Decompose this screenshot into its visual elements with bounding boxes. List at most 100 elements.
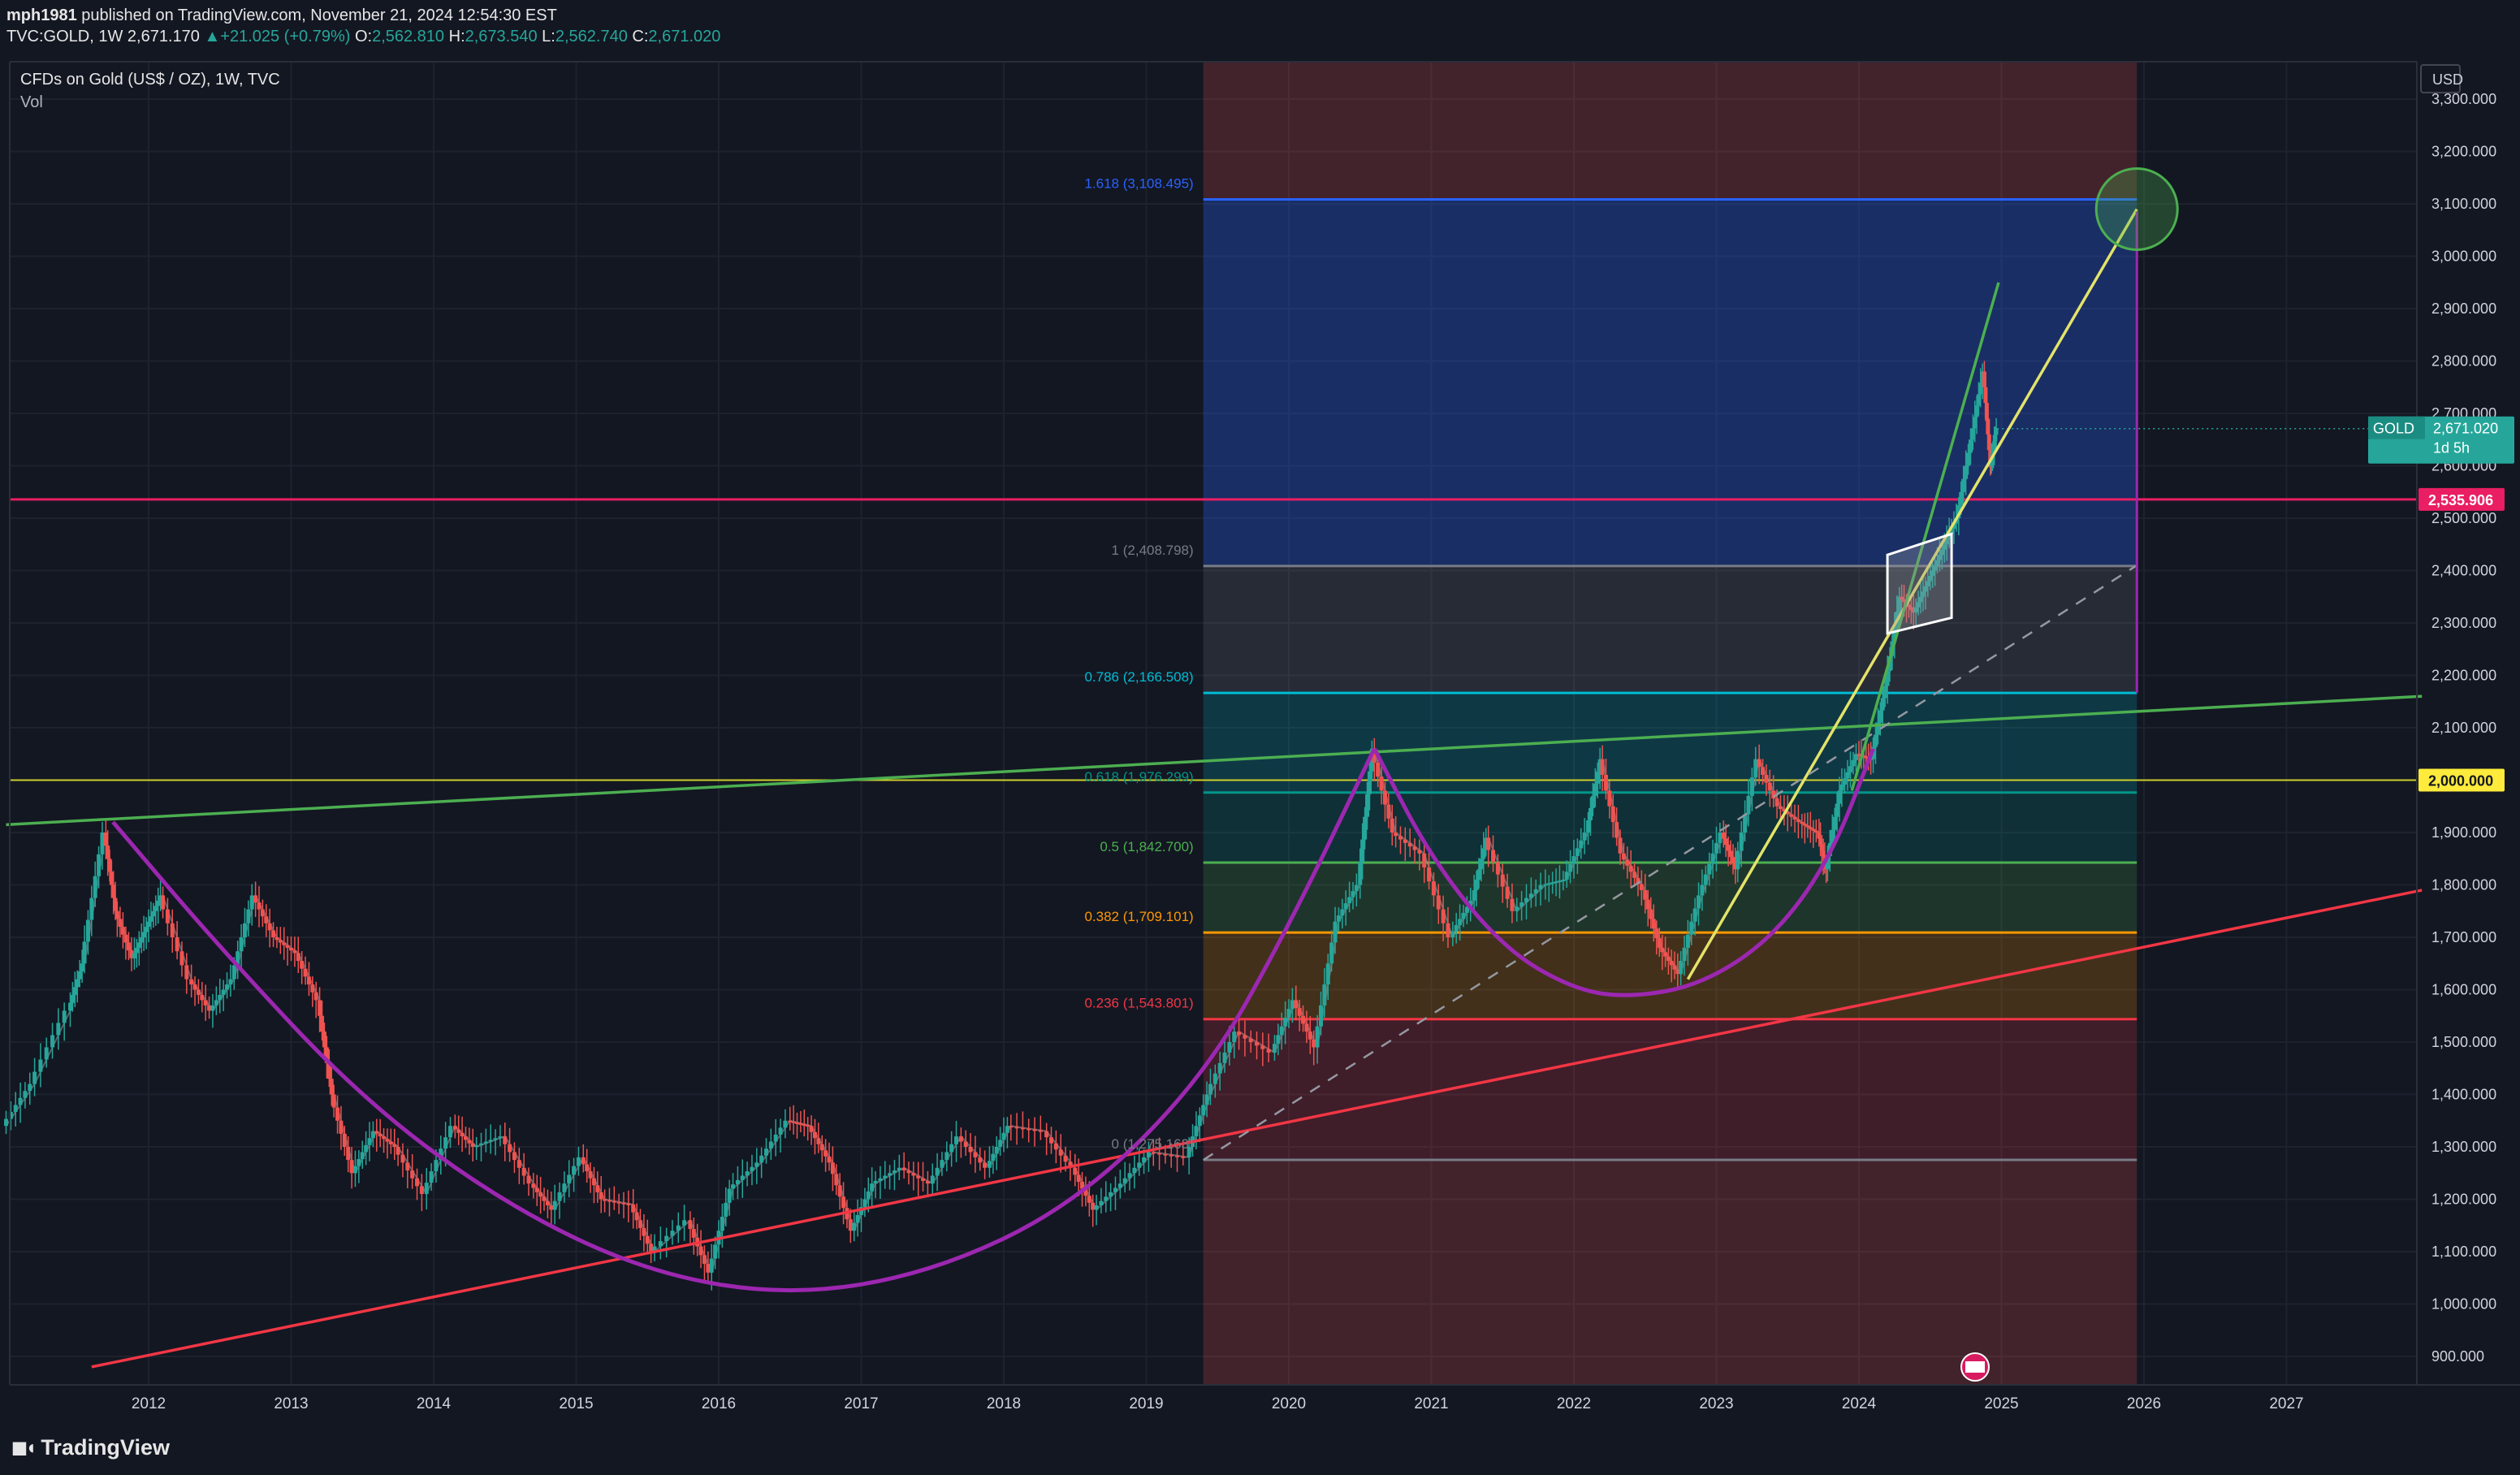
candle-body: [968, 1147, 973, 1153]
time-tick-label: 2018: [987, 1395, 1021, 1412]
candle-body: [740, 1175, 745, 1180]
candle-body: [1700, 885, 1705, 896]
candle-body: [1360, 839, 1365, 863]
candle-body: [713, 1244, 718, 1259]
candle-body: [1091, 1202, 1096, 1210]
candle-body: [1761, 767, 1766, 776]
candle-body: [621, 1202, 626, 1205]
candle-body: [1625, 859, 1630, 866]
candle-body: [170, 923, 175, 937]
candle-body: [349, 1160, 354, 1174]
candle-body: [973, 1152, 978, 1157]
fib-zone: [1203, 565, 2137, 694]
candle-body: [1227, 1042, 1232, 1053]
candle-body: [1813, 830, 1818, 833]
candle-body: [1778, 806, 1783, 809]
candle-body: [1390, 818, 1394, 833]
level-price: 2,000.000: [2428, 773, 2493, 789]
horizontal-line-price: 2,535.906: [2428, 492, 2493, 508]
candle-body: [1746, 795, 1751, 815]
candle-body: [1073, 1167, 1078, 1175]
candle-body: [795, 1122, 800, 1124]
price-tick-label: 2,200.000: [2431, 668, 2496, 684]
candle-body: [588, 1171, 593, 1179]
chart-area[interactable]: 1.618 (3,108.495) 1 (2,408.798) 0.786 (2,1…: [0, 57, 2520, 1471]
fibonacci-retracement[interactable]: [1203, 62, 2137, 1385]
candle-body: [13, 1105, 18, 1112]
candle-body: [1376, 763, 1381, 777]
candle-body: [456, 1129, 461, 1133]
candle-body: [1533, 889, 1538, 894]
candle-body: [702, 1255, 707, 1265]
candle-body: [809, 1126, 814, 1132]
candle-body: [1519, 902, 1524, 907]
candle-body: [645, 1235, 650, 1244]
candle-body: [735, 1179, 740, 1185]
fib-zone: [1203, 693, 2137, 793]
candle-body: [97, 854, 102, 876]
candle-body: [1994, 428, 1999, 435]
candle-body: [1255, 1042, 1260, 1046]
open-label: O:: [354, 28, 373, 45]
candle-body: [768, 1141, 773, 1149]
candle-body: [1283, 1017, 1288, 1027]
candle-body: [691, 1229, 696, 1238]
candle-body: [1728, 850, 1733, 858]
candle-body: [1628, 865, 1633, 872]
price-tick-label: 1,600.000: [2431, 982, 2496, 998]
candle-body: [1325, 963, 1330, 985]
candle-body: [1208, 1084, 1212, 1095]
candle-body: [196, 989, 201, 995]
candle-body: [1336, 915, 1341, 922]
candle-body: [1417, 850, 1422, 854]
candle-body: [562, 1183, 567, 1192]
candle-body: [1796, 819, 1800, 823]
candle-body: [688, 1220, 693, 1230]
candle-body: [1286, 1009, 1291, 1018]
candle-body: [165, 909, 170, 923]
candle-body: [642, 1227, 646, 1236]
candle-body: [1714, 842, 1718, 854]
target-circle[interactable]: [2094, 167, 2179, 251]
candle-body: [1175, 1155, 1180, 1157]
candle-body: [1049, 1137, 1053, 1144]
candle-body: [1546, 883, 1551, 885]
gold-weekly-chart[interactable]: 1.618 (3,108.495) 1 (2,408.798) 0.786 (2,1…: [0, 57, 2520, 1471]
candle-body: [682, 1220, 687, 1226]
candle-body: [549, 1205, 554, 1210]
candle-body: [300, 961, 305, 969]
candle-body: [467, 1140, 472, 1144]
price-tick-label: 2,400.000: [2431, 563, 2496, 579]
candle-body: [1260, 1045, 1265, 1049]
candle-body: [1757, 759, 1761, 768]
candle-body: [1802, 824, 1807, 826]
time-tick-label: 2016: [702, 1395, 736, 1412]
candle-body: [585, 1164, 590, 1172]
candle-body: [1848, 766, 1852, 772]
candle-body: [754, 1162, 759, 1167]
candle-body: [313, 992, 318, 1001]
candle-body: [1217, 1062, 1222, 1074]
candle-body: [1660, 947, 1665, 953]
candle-body: [1403, 839, 1407, 843]
fib-level-label: 0.5 (1,842.700): [1100, 839, 1193, 854]
fib-zone: [1203, 792, 2137, 863]
candle-body: [581, 1157, 586, 1165]
candle-body: [331, 1094, 336, 1108]
price-tick-label: 1,000.000: [2431, 1296, 2496, 1313]
candle-body: [1669, 961, 1674, 966]
candle-body: [1805, 825, 1810, 828]
candle-body: [249, 895, 254, 910]
candle-body: [557, 1192, 562, 1201]
countdown-label: 1d 5h: [2433, 440, 2470, 456]
candle-body: [870, 1183, 875, 1192]
candle-body: [329, 1079, 334, 1095]
candle-body: [1020, 1127, 1025, 1130]
tradingview-logo[interactable]: ◼◖ TradingView: [11, 1431, 170, 1464]
candle-body: [62, 1010, 67, 1023]
candle-body: [126, 942, 131, 951]
candle-body: [231, 965, 236, 980]
candle-body: [998, 1140, 1003, 1147]
author-name[interactable]: mph1981: [6, 6, 77, 24]
candle-body: [745, 1171, 750, 1176]
